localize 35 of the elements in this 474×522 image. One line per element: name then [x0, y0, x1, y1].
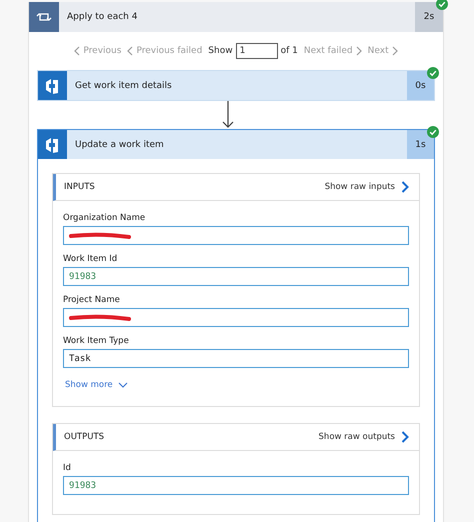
field-label: Work Item Id — [63, 254, 118, 264]
chevron-left-icon — [74, 46, 80, 56]
action-header[interactable]: Get work item details 0s — [38, 71, 434, 100]
chevron-right-icon — [401, 181, 409, 193]
field-label: Project Name — [63, 295, 121, 305]
field-label: Id — [63, 463, 72, 473]
field-label: Organization Name — [63, 213, 146, 223]
chevron-right-icon — [401, 431, 409, 443]
redaction-scribble — [69, 232, 131, 240]
action-title: Get work item details — [74, 80, 173, 90]
duration-label: 0s — [407, 71, 434, 100]
page-number-field[interactable]: 1 — [236, 43, 278, 59]
section-title: INPUTS — [64, 182, 95, 192]
chevron-down-icon — [118, 382, 128, 388]
field-label: Work Item Type — [63, 336, 130, 346]
loop-header[interactable]: Apply to each 4 2s — [29, 2, 443, 32]
show-raw-link[interactable]: Show raw outputs — [318, 431, 409, 443]
show-raw-link[interactable]: Show raw inputs — [324, 181, 409, 193]
chevron-right-icon — [392, 46, 398, 56]
duration-label: 1s — [407, 130, 434, 159]
down-arrow-icon — [222, 101, 234, 129]
page-count-label: of 1 — [280, 46, 298, 56]
loop-title: Apply to each 4 — [66, 12, 138, 22]
value-field: 91983 — [63, 267, 409, 286]
redaction-scribble — [69, 314, 131, 322]
section-title: OUTPUTS — [64, 432, 104, 442]
show-more-link[interactable]: Show more — [65, 380, 128, 390]
show-label: Show — [208, 46, 233, 56]
chevron-right-icon — [356, 46, 362, 56]
duration-label: 2s — [415, 2, 443, 32]
action-header[interactable]: Update a work item 1s — [38, 130, 434, 159]
value-field: Task — [63, 349, 409, 368]
action-title: Update a work item — [74, 140, 165, 150]
value-field: 91983 — [63, 476, 409, 495]
chevron-left-icon — [127, 46, 134, 56]
